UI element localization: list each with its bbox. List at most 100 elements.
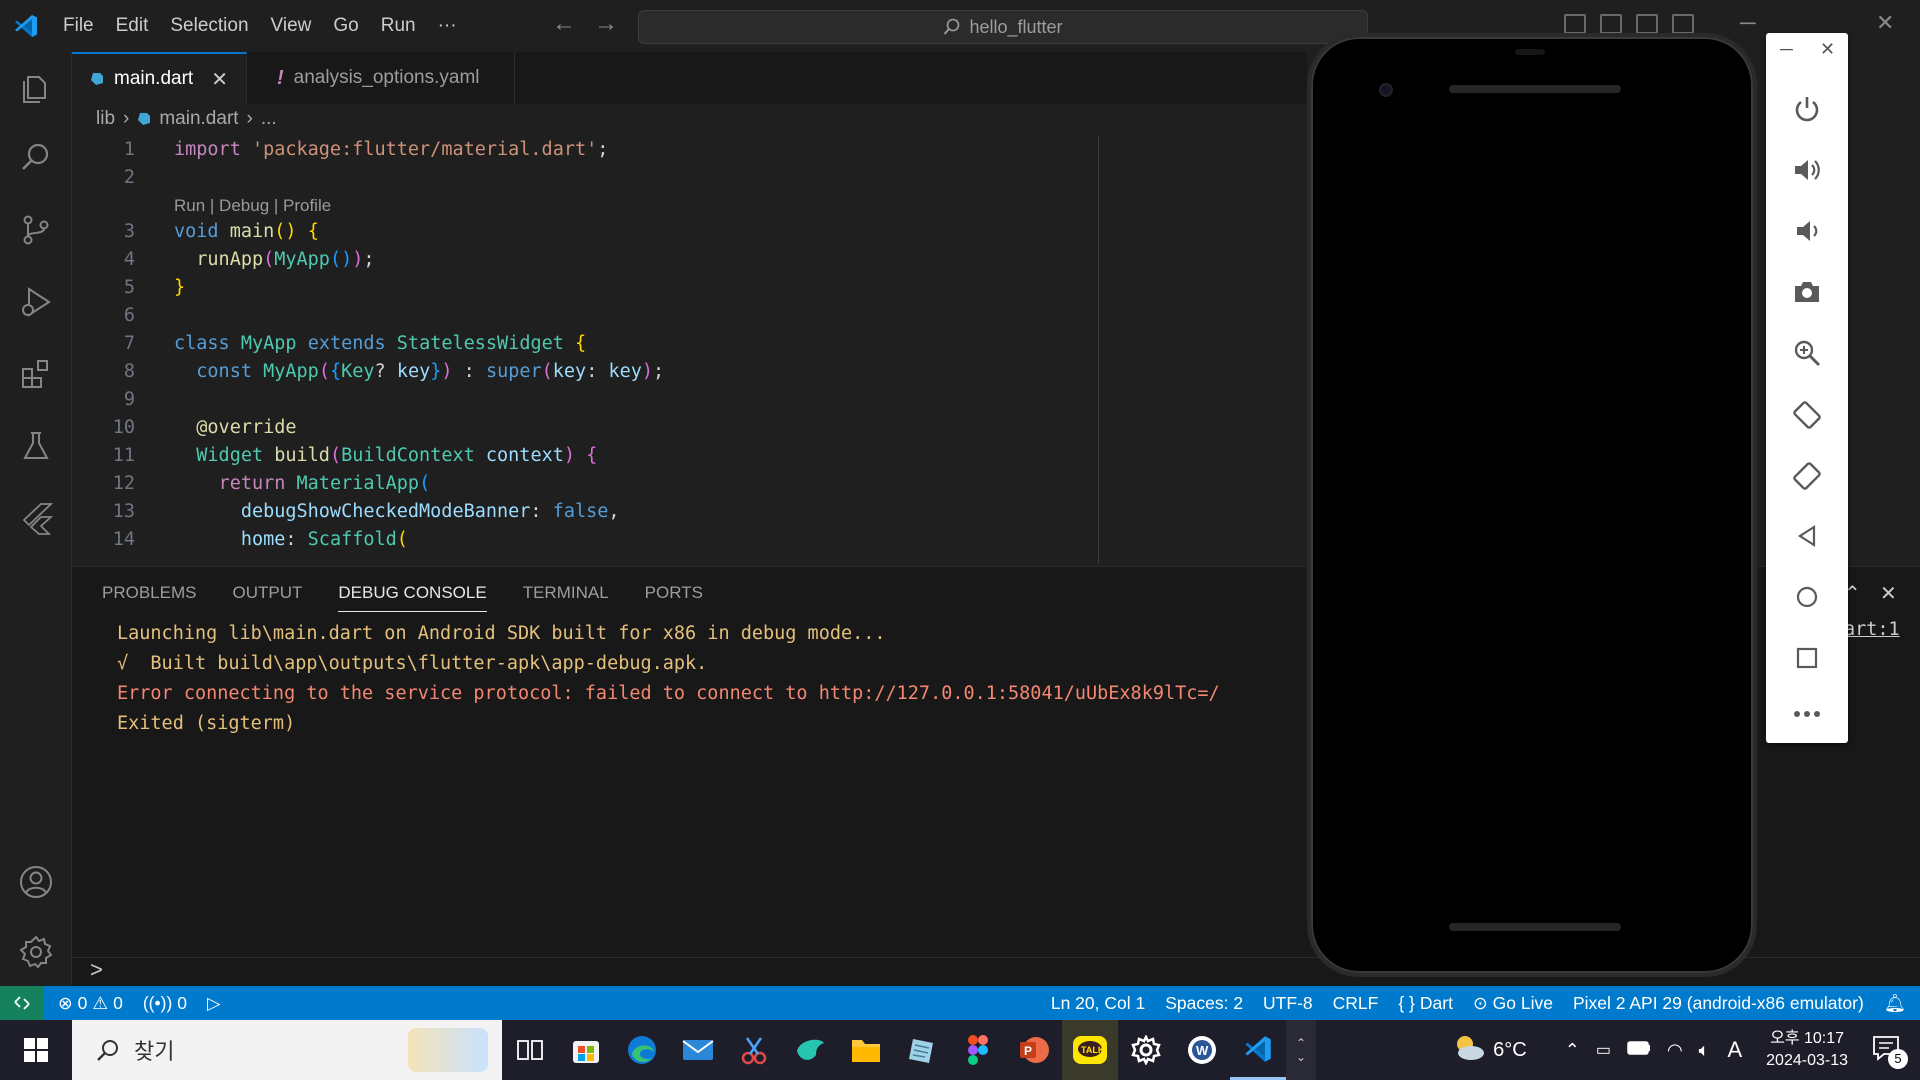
command-center-search[interactable]: hello_flutter	[638, 10, 1368, 44]
menu-go[interactable]: Go	[322, 0, 369, 52]
home-circle-icon[interactable]	[1785, 575, 1829, 619]
breadcrumb-folder[interactable]: lib	[96, 108, 115, 130]
settings-gear-icon[interactable]	[1118, 1020, 1174, 1080]
show-hidden-icons-icon[interactable]: ⌃	[1557, 1040, 1588, 1061]
tab-output[interactable]: OUTPUT	[232, 583, 302, 612]
emulator-close-icon[interactable]: ✕	[1820, 39, 1835, 60]
taskbar-scroll-arrows-icon[interactable]: ⌃ ⌄	[1286, 1020, 1316, 1080]
volume-up-icon[interactable]	[1785, 148, 1829, 192]
tab-terminal[interactable]: TERMINAL	[523, 583, 609, 612]
tab-main-dart[interactable]: main.dart ✕	[72, 52, 247, 104]
broadcast-icon: ⊙	[1472, 992, 1488, 1013]
ports-status[interactable]: ((•)) 0	[133, 993, 197, 1014]
notepad-app-icon[interactable]	[894, 1020, 950, 1080]
display-icon[interactable]: ▭	[1588, 1040, 1619, 1060]
flutter-icon[interactable]	[14, 496, 58, 540]
minimize-window-icon[interactable]: ─	[1740, 10, 1756, 36]
menu-edit[interactable]: Edit	[105, 0, 160, 52]
clock[interactable]: 오후 10:17 2024-03-13	[1752, 1028, 1862, 1072]
close-panel-icon[interactable]: ✕	[1880, 581, 1897, 606]
ime-indicator[interactable]: A	[1717, 1037, 1752, 1063]
task-view-icon[interactable]	[502, 1020, 558, 1080]
menu-run[interactable]: Run	[370, 0, 427, 52]
go-live-button[interactable]: ⊙ Go Live	[1463, 993, 1563, 1014]
power-icon[interactable]	[1785, 87, 1829, 131]
problems-status[interactable]: ⊗ 0 ⚠ 0	[44, 993, 133, 1014]
code-editor[interactable]: 1 import 'package:flutter/material.dart';…	[72, 136, 1102, 564]
debug-launch-icon[interactable]: ▷	[197, 993, 230, 1014]
overview-square-icon[interactable]	[1785, 636, 1829, 680]
menu-view[interactable]: View	[260, 0, 323, 52]
customize-layout-icon[interactable]	[1672, 14, 1694, 34]
toggle-primary-sidebar-icon[interactable]	[1564, 14, 1586, 34]
rotate-right-icon[interactable]	[1785, 453, 1829, 497]
close-tab-icon[interactable]: ✕	[211, 67, 228, 92]
wifi-icon[interactable]: ◠	[1659, 1040, 1691, 1061]
extensions-icon[interactable]	[14, 352, 58, 396]
console-input-prompt[interactable]: >	[90, 957, 103, 983]
camera-screenshot-icon[interactable]	[1785, 270, 1829, 314]
toggle-panel-icon[interactable]	[1600, 14, 1622, 34]
menu-file[interactable]: File	[52, 0, 105, 52]
error-count: 0	[77, 992, 88, 1013]
accounts-icon[interactable]	[14, 860, 58, 904]
device-selector[interactable]: Pixel 2 API 29 (android-x86 emulator)	[1563, 993, 1874, 1014]
android-emulator-screen[interactable]	[1307, 33, 1757, 977]
more-options-icon[interactable]	[1785, 697, 1829, 731]
notification-center-icon[interactable]: 5	[1862, 1035, 1920, 1069]
volume-icon[interactable]: 🔈︎	[1691, 1040, 1718, 1061]
codelens-run-debug-profile[interactable]: Run | Debug | Profile	[174, 196, 331, 216]
settings-gear-icon[interactable]	[14, 930, 58, 974]
testing-icon[interactable]	[14, 424, 58, 468]
explorer-icon[interactable]	[14, 66, 58, 110]
weather-temp[interactable]: 6°C	[1493, 1039, 1557, 1062]
zoom-icon[interactable]	[1785, 331, 1829, 375]
weather-icon[interactable]	[1445, 1032, 1493, 1069]
figma-icon[interactable]	[950, 1020, 1006, 1080]
volume-down-icon[interactable]	[1785, 209, 1829, 253]
mail-icon[interactable]	[670, 1020, 726, 1080]
run-and-debug-icon[interactable]	[14, 280, 58, 324]
editor-tabs: main.dart ✕ ! analysis_options.yaml	[72, 52, 1307, 104]
phone-speaker	[1449, 85, 1621, 93]
menu-more[interactable]: ···	[427, 0, 468, 52]
forward-arrow-icon[interactable]: →	[594, 10, 618, 38]
snipping-tool-icon[interactable]	[726, 1020, 782, 1080]
error-icon: ⊗	[58, 992, 73, 1013]
back-arrow-icon[interactable]: ←	[552, 10, 576, 38]
indentation[interactable]: Spaces: 2	[1155, 993, 1253, 1014]
bird-app-icon[interactable]	[782, 1020, 838, 1080]
close-window-icon[interactable]: ✕	[1876, 10, 1894, 36]
file-explorer-icon[interactable]	[838, 1020, 894, 1080]
tab-ports[interactable]: PORTS	[645, 583, 703, 612]
powerpoint-icon[interactable]: P	[1006, 1020, 1062, 1080]
kakaotalk-icon[interactable]: TALK	[1062, 1020, 1118, 1080]
back-triangle-icon[interactable]	[1785, 514, 1829, 558]
end-of-line[interactable]: CRLF	[1323, 993, 1389, 1014]
word-app-icon[interactable]: W	[1174, 1020, 1230, 1080]
tab-debug-console[interactable]: DEBUG CONSOLE	[338, 583, 487, 612]
breadcrumb-more[interactable]: ...	[261, 108, 277, 130]
tab-problems[interactable]: PROBLEMS	[102, 583, 196, 612]
microsoft-store-icon[interactable]	[558, 1020, 614, 1080]
battery-icon[interactable]	[1619, 1040, 1659, 1060]
notifications-bell-icon[interactable]: 🔔︎	[1874, 993, 1920, 1014]
encoding[interactable]: UTF-8	[1253, 993, 1323, 1014]
navigation-arrows: ← →	[552, 10, 618, 38]
vscode-taskbar-icon[interactable]	[1230, 1020, 1286, 1080]
console-source-link[interactable]: art:1	[1844, 619, 1900, 640]
breadcrumb-file[interactable]: main.dart	[159, 108, 238, 130]
taskbar-search[interactable]: 찾기	[72, 1020, 502, 1080]
menu-selection[interactable]: Selection	[159, 0, 259, 52]
search-icon[interactable]	[14, 136, 58, 180]
toggle-secondary-sidebar-icon[interactable]	[1636, 14, 1658, 34]
source-control-icon[interactable]	[14, 208, 58, 252]
edge-browser-icon[interactable]	[614, 1020, 670, 1080]
cursor-position[interactable]: Ln 20, Col 1	[1041, 993, 1155, 1014]
tab-analysis-options[interactable]: ! analysis_options.yaml	[246, 52, 515, 104]
windows-start-icon[interactable]	[0, 1020, 72, 1080]
remote-indicator-icon[interactable]	[0, 986, 44, 1020]
language-mode[interactable]: { } Dart	[1388, 993, 1463, 1014]
rotate-left-icon[interactable]	[1785, 392, 1829, 436]
emulator-minimize-icon[interactable]: ─	[1780, 39, 1793, 60]
